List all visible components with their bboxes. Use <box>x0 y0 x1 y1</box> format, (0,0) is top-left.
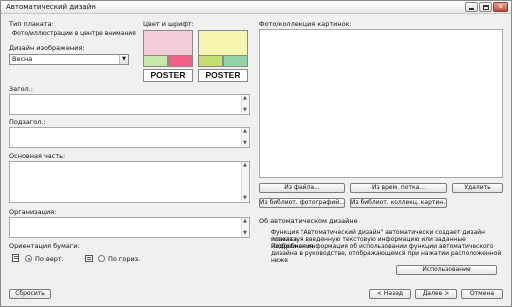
delete-button[interactable]: Удалить <box>452 183 503 193</box>
poster-type-label: Тип плаката: <box>9 20 54 28</box>
pictures-label: Фото/коллекция картинок: <box>259 20 352 28</box>
theme-1-accent-left <box>143 55 168 67</box>
next-button[interactable]: Далее > <box>415 289 457 299</box>
scroll-down-icon[interactable]: ▼ <box>243 108 247 113</box>
image-design-label: Дизайн изображения: <box>9 44 85 52</box>
scroll-down-icon[interactable]: ▼ <box>243 231 247 236</box>
subheader-textarea[interactable]: ▲ ▼ <box>9 127 250 148</box>
chevron-down-icon: ▼ <box>119 55 128 64</box>
header-scrollbar[interactable]: ▲ ▼ <box>241 95 249 114</box>
color-font-label: Цвет и шрифт: <box>143 20 194 28</box>
back-button[interactable]: < Назад <box>369 289 411 299</box>
theme-2-poster-label: POSTER <box>198 69 248 82</box>
window-title: Автоматический дизайн <box>6 3 96 11</box>
theme-1-poster-label: POSTER <box>143 69 193 82</box>
poster-type-value: Фото/иллюстрации в центре внимания <box>12 30 136 37</box>
from-photo-library-button[interactable]: Из библиот. фотографий... <box>259 198 345 208</box>
scroll-up-icon[interactable]: ▲ <box>243 219 247 224</box>
header-textarea[interactable]: ▲ ▼ <box>9 94 250 115</box>
close-icon: ✕ <box>497 2 504 11</box>
scroll-down-icon[interactable]: ▼ <box>243 141 247 146</box>
usage-button[interactable]: Использование <box>396 265 497 275</box>
body-textarea[interactable]: ▲ ▼ <box>9 161 250 203</box>
organization-label: Организация: <box>9 208 57 216</box>
subheader-scrollbar[interactable]: ▲ ▼ <box>241 128 249 147</box>
scroll-up-icon[interactable]: ▲ <box>243 163 247 168</box>
landscape-page-icon <box>85 255 93 262</box>
subheader-label: Подзагол.: <box>9 118 46 126</box>
landscape-label[interactable]: По гориз. <box>108 255 140 263</box>
cancel-button[interactable]: Отмена <box>461 289 503 299</box>
from-temp-button[interactable]: Из врем. потка... <box>350 183 447 193</box>
theme-2-accent-right <box>223 55 248 67</box>
organization-scrollbar[interactable]: ▲ ▼ <box>241 218 249 237</box>
image-design-value: Весна <box>12 55 33 63</box>
organization-textarea[interactable]: ▲ ▼ <box>9 217 250 238</box>
about-line-3: Подробная информация об использовании фу… <box>271 243 494 250</box>
portrait-radio[interactable] <box>25 255 32 262</box>
reset-button[interactable]: Сбросить <box>9 289 51 299</box>
body-label: Основная часть: <box>9 152 66 160</box>
about-heading: Об автоматическом дизайне <box>259 217 358 225</box>
pictures-preview-area[interactable] <box>259 29 503 178</box>
scroll-down-icon[interactable]: ▼ <box>243 196 247 201</box>
close-button[interactable]: ✕ <box>493 2 508 12</box>
auto-design-dialog: Автоматический дизайн ✕ Тип плаката: Фот… <box>0 0 512 307</box>
about-line-4: дизайна в руководстве, отображающемся пр… <box>271 250 502 264</box>
maximize-button[interactable] <box>479 2 492 12</box>
header-label: Загол.: <box>9 85 33 93</box>
scroll-up-icon[interactable]: ▲ <box>243 96 247 101</box>
body-scrollbar[interactable]: ▲ ▼ <box>241 162 249 202</box>
minimize-icon <box>469 8 474 10</box>
from-clipart-library-button[interactable]: Из библиот. коллекц. картин... <box>350 198 447 208</box>
title-bar: Автоматический дизайн ✕ <box>1 1 511 14</box>
orientation-label: Ориентация бумаги: <box>9 242 80 250</box>
scroll-up-icon[interactable]: ▲ <box>243 129 247 134</box>
portrait-page-icon <box>12 254 19 262</box>
from-file-button[interactable]: Из файла... <box>259 183 345 193</box>
landscape-radio[interactable] <box>98 255 105 262</box>
theme-1-accent-right <box>168 55 193 67</box>
portrait-label[interactable]: По верт. <box>35 255 64 263</box>
minimize-button[interactable] <box>465 2 478 12</box>
image-design-select[interactable]: Весна ▼ <box>9 54 129 65</box>
theme-2-accent-left <box>198 55 223 67</box>
maximize-icon <box>482 4 489 10</box>
